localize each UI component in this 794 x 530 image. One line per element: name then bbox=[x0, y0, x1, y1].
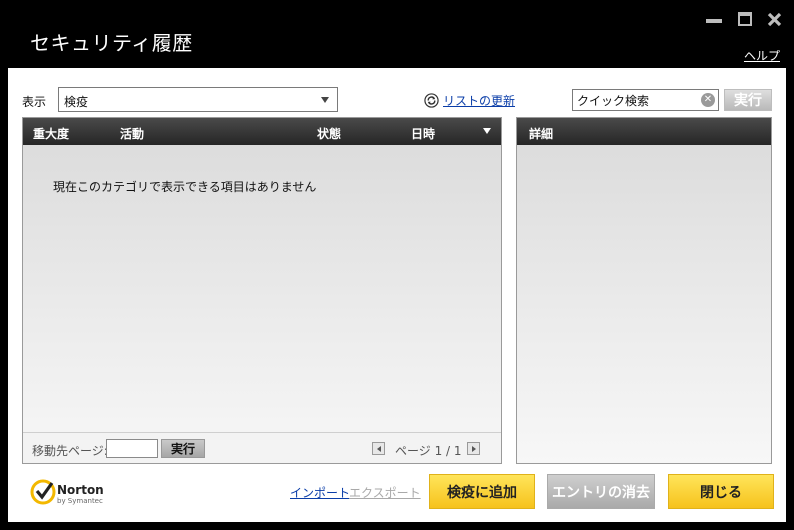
category-selected-value: 検疫 bbox=[64, 95, 89, 109]
details-title: 詳細 bbox=[529, 127, 554, 141]
goto-page-input[interactable] bbox=[106, 439, 158, 458]
pager-bar: 移動先ページ: 実行 ページ 1 / 1 bbox=[23, 432, 501, 463]
window-title: セキュリティ履歴 bbox=[30, 31, 193, 55]
filter-label: 表示 bbox=[22, 95, 47, 109]
goto-page-label: 移動先ページ: bbox=[32, 444, 108, 458]
minimize-button[interactable] bbox=[704, 10, 724, 28]
quick-search[interactable]: ✕ bbox=[572, 89, 719, 111]
add-quarantine-button[interactable]: 検疫に追加 bbox=[429, 474, 535, 509]
column-status[interactable]: 状態 bbox=[317, 125, 341, 142]
list-header: 重大度 活動 状態 日時 bbox=[23, 118, 501, 145]
security-history-window: セキュリティ履歴 ヘルプ 表示 検疫 リストの更新 ✕ bbox=[0, 0, 794, 530]
norton-brand: Norton bbox=[57, 483, 104, 497]
close-icon bbox=[767, 12, 781, 26]
refresh-icon bbox=[424, 93, 439, 108]
empty-list-message: 現在このカテゴリで表示できる項目はありません bbox=[53, 180, 317, 194]
column-activity[interactable]: 活動 bbox=[120, 125, 144, 142]
export-link[interactable]: エクスポート bbox=[349, 484, 421, 501]
chevron-right-icon bbox=[471, 445, 476, 452]
close-button[interactable]: 閉じる bbox=[668, 474, 774, 509]
close-window-button[interactable] bbox=[764, 10, 784, 28]
search-run-button[interactable]: 実行 bbox=[724, 89, 772, 111]
prev-page-button[interactable] bbox=[372, 442, 385, 455]
sort-desc-icon bbox=[483, 128, 491, 134]
main-content: 表示 検疫 リストの更新 ✕ 実行 重大度 活動 状態 bbox=[8, 68, 786, 522]
chevron-down-icon bbox=[321, 97, 329, 103]
norton-check-icon bbox=[30, 479, 56, 505]
quick-search-input[interactable] bbox=[577, 92, 695, 108]
maximize-button[interactable] bbox=[735, 10, 755, 28]
goto-page-button[interactable]: 実行 bbox=[161, 439, 205, 458]
page-indicator: ページ 1 / 1 bbox=[395, 444, 462, 458]
details-header: 詳細 bbox=[517, 118, 771, 145]
maximize-icon bbox=[738, 12, 752, 26]
refresh-list[interactable]: リストの更新 bbox=[424, 92, 515, 109]
column-datetime[interactable]: 日時 bbox=[411, 125, 435, 142]
refresh-link[interactable]: リストの更新 bbox=[443, 92, 515, 109]
details-panel: 詳細 bbox=[516, 117, 772, 464]
minimize-icon bbox=[706, 19, 722, 23]
delete-entry-button[interactable]: エントリの消去 bbox=[547, 474, 655, 509]
help-link[interactable]: ヘルプ bbox=[744, 47, 780, 64]
column-severity[interactable]: 重大度 bbox=[33, 125, 69, 142]
import-link[interactable]: インポート bbox=[290, 484, 350, 501]
clear-search-icon[interactable]: ✕ bbox=[701, 93, 715, 107]
next-page-button[interactable] bbox=[467, 442, 480, 455]
category-select[interactable]: 検疫 bbox=[58, 87, 338, 112]
history-list-panel: 重大度 活動 状態 日時 現在このカテゴリで表示できる項目はありません 移動先ペ… bbox=[22, 117, 502, 464]
norton-logo: Norton by Symantec bbox=[30, 479, 110, 509]
chevron-left-icon bbox=[376, 445, 381, 452]
norton-brand-sub: by Symantec bbox=[57, 497, 103, 505]
